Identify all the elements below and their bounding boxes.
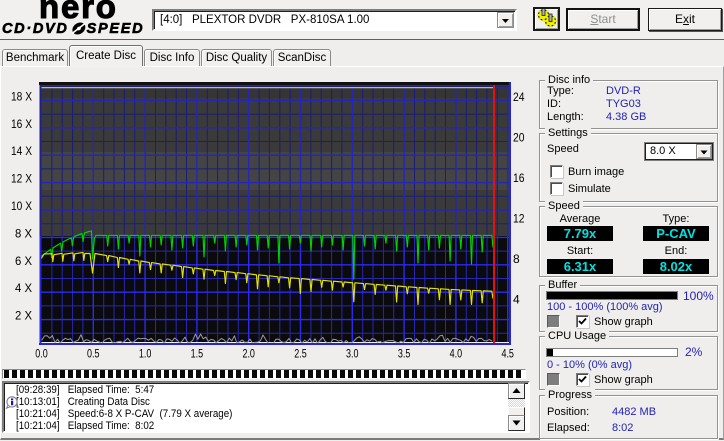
svg-text:1.0: 1.0 (139, 347, 152, 361)
svg-text:4 X: 4 X (15, 281, 32, 295)
svg-text:12: 12 (513, 211, 525, 225)
svg-text:2.0: 2.0 (242, 347, 255, 361)
svg-text:2 X: 2 X (15, 309, 32, 323)
svg-text:24: 24 (513, 90, 525, 104)
svg-text:0.5: 0.5 (87, 347, 100, 361)
svg-text:0.0: 0.0 (35, 347, 48, 361)
svg-text:16 X: 16 X (11, 117, 32, 131)
svg-text:16: 16 (513, 171, 525, 185)
svg-text:4.0: 4.0 (450, 347, 463, 361)
svg-text:10 X: 10 X (11, 199, 32, 213)
svg-text:3.0: 3.0 (346, 347, 359, 361)
svg-text:3.5: 3.5 (398, 347, 411, 361)
svg-text:8: 8 (513, 252, 520, 266)
svg-text:18 X: 18 X (11, 89, 32, 103)
svg-text:14 X: 14 X (11, 144, 32, 158)
svg-text:4: 4 (513, 292, 520, 306)
svg-text:4.5: 4.5 (501, 347, 514, 361)
svg-text:8 X: 8 X (15, 226, 32, 240)
svg-text:2.5: 2.5 (294, 347, 307, 361)
svg-text:12 X: 12 X (11, 172, 32, 186)
svg-text:6 X: 6 X (15, 254, 32, 268)
svg-text:1.5: 1.5 (191, 347, 204, 361)
svg-text:20: 20 (513, 130, 525, 144)
